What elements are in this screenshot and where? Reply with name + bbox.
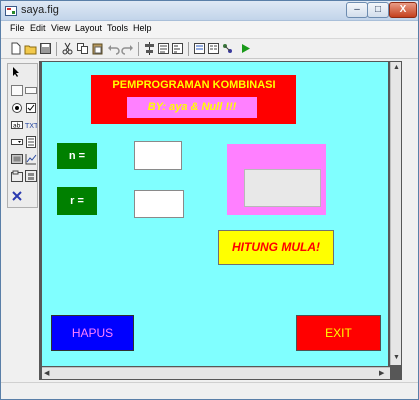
- status-bar: [1, 382, 418, 399]
- close-button[interactable]: X: [389, 2, 417, 18]
- toolbar: [1, 38, 418, 59]
- horizontal-scrollbar[interactable]: ◀ ▶: [42, 367, 390, 379]
- open-folder-icon[interactable]: [24, 42, 37, 55]
- menu-help[interactable]: Help: [133, 23, 152, 33]
- title-bar[interactable]: saya.fig – □ X: [1, 1, 418, 21]
- menu-tools[interactable]: Tools: [107, 23, 128, 33]
- label-r[interactable]: r =: [57, 187, 97, 215]
- figure-subtitle[interactable]: BY: aya & Null !!!: [127, 97, 257, 118]
- new-file-icon[interactable]: [9, 42, 22, 55]
- svg-text:TXT: TXT: [25, 122, 37, 130]
- redo-icon[interactable]: [121, 42, 134, 55]
- popup-menu-icon[interactable]: [11, 136, 23, 148]
- run-icon[interactable]: [239, 42, 252, 55]
- toggle-button-icon[interactable]: [11, 153, 23, 165]
- scroll-up-icon[interactable]: ▲: [393, 64, 400, 72]
- activex-icon[interactable]: [11, 190, 23, 202]
- slider-icon[interactable]: [25, 87, 37, 94]
- scroll-left-icon[interactable]: ◀: [44, 370, 49, 378]
- component-palette: ab TXT: [7, 63, 38, 208]
- hitung-button[interactable]: HITUNG MULA!: [218, 230, 334, 265]
- window-title: saya.fig: [21, 4, 59, 16]
- axes-icon[interactable]: [25, 153, 37, 165]
- save-icon[interactable]: [39, 42, 52, 55]
- maximize-button[interactable]: □: [367, 2, 389, 18]
- scroll-down-icon[interactable]: ▼: [393, 354, 400, 362]
- button-group-icon[interactable]: [25, 170, 37, 182]
- panel-icon[interactable]: [11, 170, 23, 182]
- paste-icon[interactable]: [91, 42, 104, 55]
- input-r-field[interactable]: [134, 190, 184, 218]
- label-n[interactable]: n =: [57, 143, 97, 169]
- select-arrow-icon[interactable]: [11, 66, 23, 78]
- menu-bar: File Edit View Layout Tools Help: [1, 21, 418, 38]
- tab-order-icon[interactable]: [171, 42, 184, 55]
- mfile-editor-icon[interactable]: [193, 42, 206, 55]
- menu-layout[interactable]: Layout: [75, 23, 102, 33]
- static-text-icon[interactable]: TXT: [25, 119, 37, 131]
- copy-icon[interactable]: [76, 42, 89, 55]
- push-button-icon[interactable]: [11, 85, 23, 96]
- radio-button-icon[interactable]: [11, 102, 23, 114]
- guide-app-icon: [5, 6, 17, 16]
- hapus-button[interactable]: HAPUS: [51, 315, 134, 351]
- figure-title[interactable]: PEMPROGRAMAN KOMBINASI: [101, 79, 287, 91]
- exit-button[interactable]: EXIT: [296, 315, 381, 351]
- guide-window: saya.fig – □ X File Edit View Layout Too…: [0, 0, 419, 400]
- checkbox-icon[interactable]: [25, 102, 37, 114]
- scroll-right-icon[interactable]: ▶: [379, 370, 384, 378]
- vertical-scrollbar[interactable]: ▲ ▼: [390, 62, 401, 365]
- align-objects-icon[interactable]: [143, 42, 156, 55]
- svg-text:ab: ab: [13, 123, 21, 130]
- cut-icon[interactable]: [61, 42, 74, 55]
- input-n-field[interactable]: [134, 141, 182, 170]
- menu-view[interactable]: View: [51, 23, 70, 33]
- listbox-icon[interactable]: [25, 136, 37, 148]
- menu-editor-icon[interactable]: [157, 42, 170, 55]
- result-display[interactable]: [244, 169, 321, 207]
- edit-text-icon[interactable]: ab: [11, 119, 23, 131]
- minimize-button[interactable]: –: [346, 2, 368, 18]
- object-browser-icon[interactable]: [221, 42, 234, 55]
- property-inspector-icon[interactable]: [207, 42, 220, 55]
- menu-file[interactable]: File: [10, 23, 25, 33]
- menu-edit[interactable]: Edit: [30, 23, 46, 33]
- undo-icon[interactable]: [107, 42, 120, 55]
